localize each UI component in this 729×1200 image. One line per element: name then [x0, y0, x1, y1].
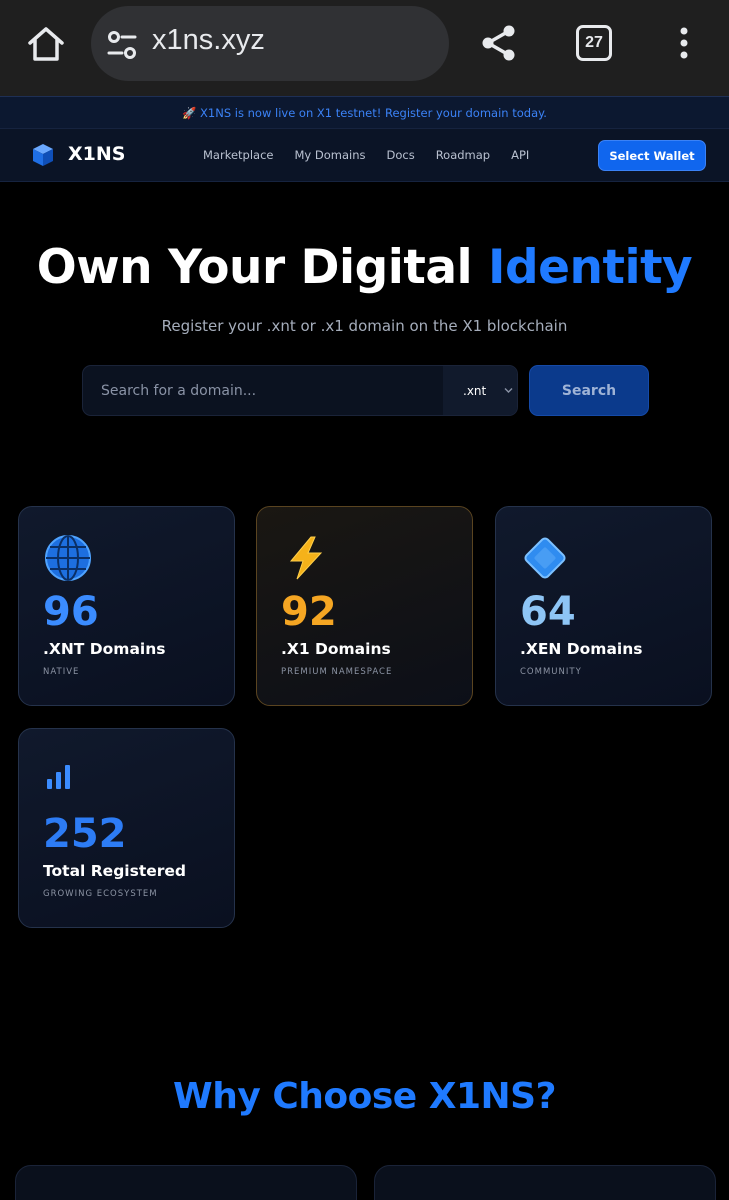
tab-switcher-button[interactable]: 27: [576, 25, 612, 61]
nav-link-marketplace[interactable]: Marketplace: [203, 148, 273, 162]
stat-label: .XNT Domains: [43, 640, 166, 658]
more-menu-icon[interactable]: [672, 26, 696, 62]
address-bar[interactable]: x1ns.xyz: [91, 6, 449, 81]
section-title: Why Choose X1NS?: [173, 1076, 556, 1117]
bar-chart-icon: [43, 755, 93, 805]
stat-value: 64: [520, 589, 576, 635]
url-text[interactable]: x1ns.xyz: [152, 24, 265, 57]
hero-title-accent: Identity: [488, 240, 693, 295]
hero-title: Own Your Digital Identity: [0, 240, 729, 295]
stat-label: .XEN Domains: [520, 640, 643, 658]
nav-link-roadmap[interactable]: Roadmap: [436, 148, 490, 162]
stat-value: 92: [281, 589, 337, 635]
select-wallet-button[interactable]: Select Wallet: [598, 140, 706, 171]
diamond-icon: [520, 533, 570, 583]
tab-count: 27: [585, 34, 603, 51]
tld-selected-value: .xnt: [463, 383, 487, 398]
browser-toolbar: x1ns.xyz 27: [0, 0, 729, 96]
stat-label: .X1 Domains: [281, 640, 391, 658]
stat-sublabel: GROWING ECOSYSTEM: [43, 889, 158, 899]
site-header: X1NS Marketplace My Domains Docs Roadmap…: [0, 128, 729, 182]
site-settings-icon[interactable]: [105, 28, 139, 62]
stat-value: 252: [43, 811, 127, 857]
announcement-bar: 🚀 X1NS is now live on X1 testnet! Regist…: [0, 96, 729, 128]
stat-card-xen[interactable]: 64 .XEN Domains COMMUNITY: [495, 506, 712, 706]
search-button[interactable]: Search: [529, 365, 649, 416]
feature-card: [15, 1165, 357, 1200]
lightning-icon: [281, 533, 331, 583]
nav-link-docs[interactable]: Docs: [386, 148, 414, 162]
stat-sublabel: PREMIUM NAMESPACE: [281, 667, 393, 677]
domain-search-box: .xnt: [82, 365, 518, 416]
nav-link-api[interactable]: API: [511, 148, 529, 162]
chevron-down-icon: [504, 388, 513, 393]
stat-sublabel: COMMUNITY: [520, 667, 582, 677]
home-icon[interactable]: [24, 22, 68, 66]
hero-subtitle: Register your .xnt or .x1 domain on the …: [161, 317, 568, 335]
feature-card: [374, 1165, 716, 1200]
stat-value: 96: [43, 589, 99, 635]
share-icon[interactable]: [478, 22, 520, 64]
cube-logo-icon[interactable]: [30, 142, 56, 168]
hero-title-main: Own Your Digital: [36, 240, 473, 295]
stat-card-total[interactable]: 252 Total Registered GROWING ECOSYSTEM: [18, 728, 235, 928]
stat-label: Total Registered: [43, 862, 186, 880]
announcement-text: 🚀 X1NS is now live on X1 testnet! Regist…: [182, 105, 547, 120]
logo-text[interactable]: X1NS: [68, 143, 125, 165]
stat-card-x1[interactable]: 92 .X1 Domains PREMIUM NAMESPACE: [256, 506, 473, 706]
nav-link-my-domains[interactable]: My Domains: [294, 148, 365, 162]
tld-select[interactable]: .xnt: [443, 366, 517, 415]
stat-card-xnt[interactable]: 96 .XNT Domains NATIVE: [18, 506, 235, 706]
stat-sublabel: NATIVE: [43, 667, 80, 677]
nav-links: Marketplace My Domains Docs Roadmap API: [203, 148, 529, 162]
domain-search-input[interactable]: [83, 366, 443, 415]
globe-icon: [43, 533, 93, 583]
